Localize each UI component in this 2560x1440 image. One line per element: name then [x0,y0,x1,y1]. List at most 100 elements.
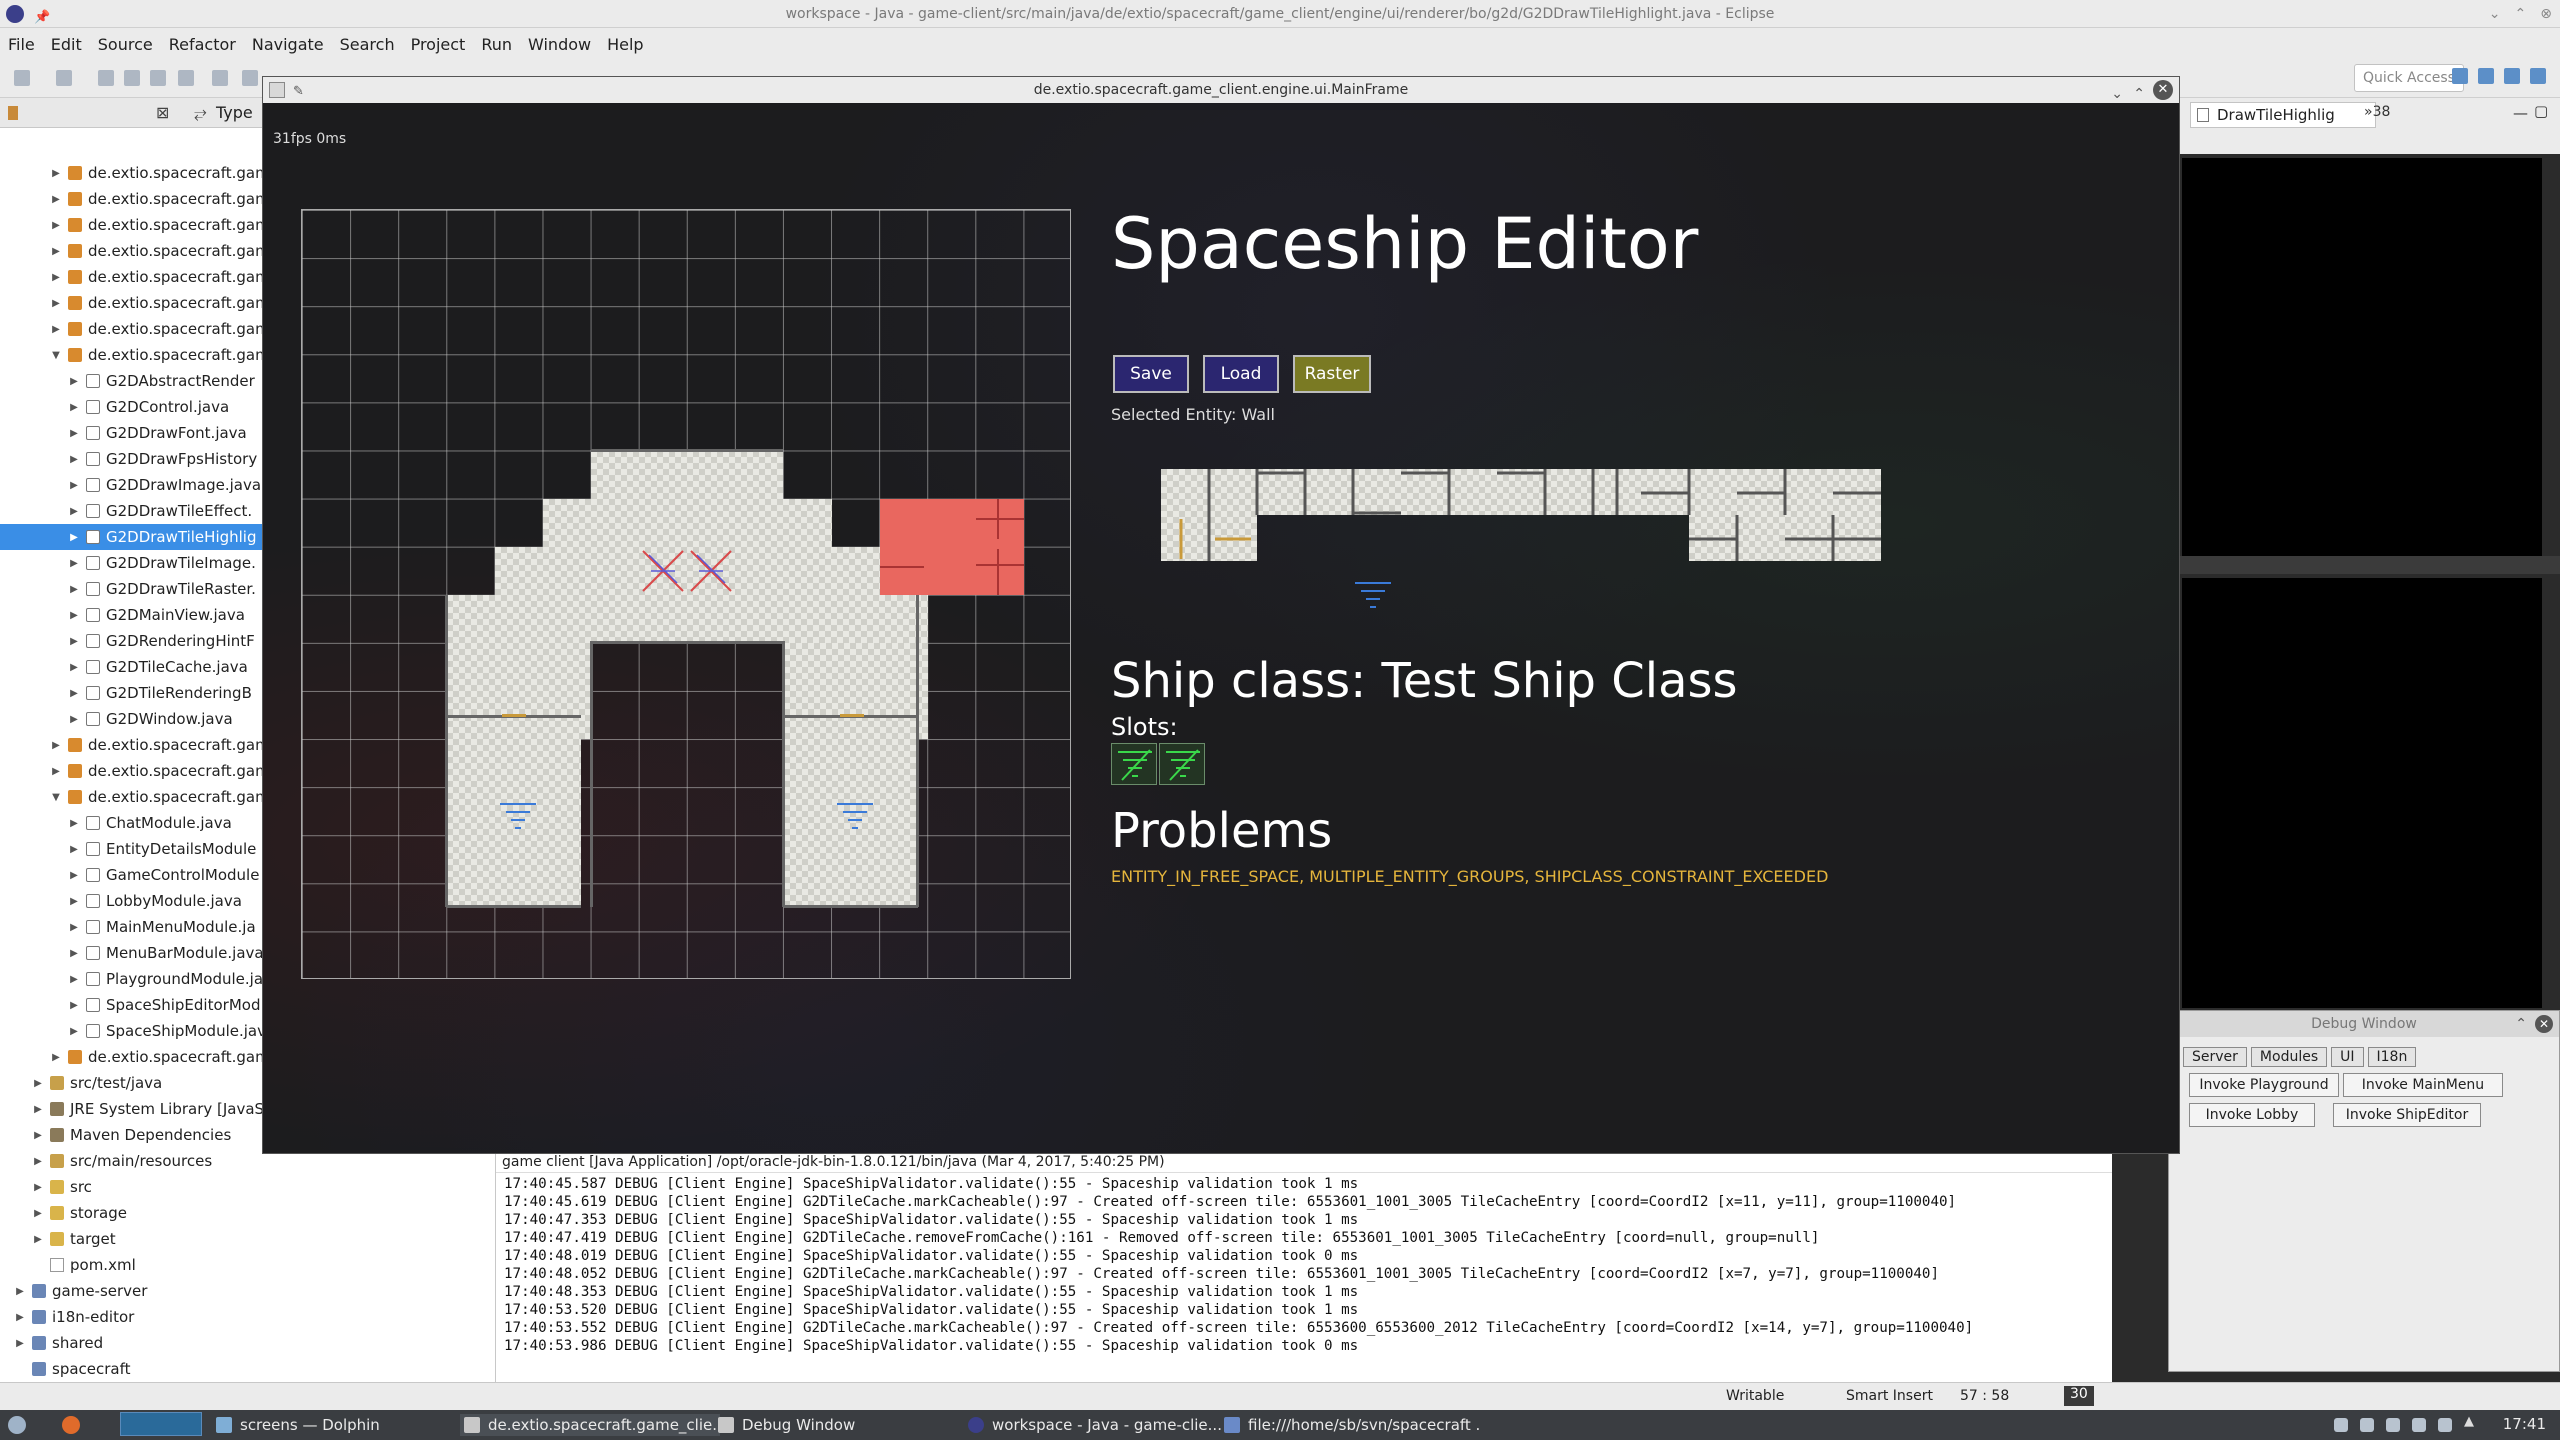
ship-grid[interactable] [301,209,1071,979]
menu-run[interactable]: Run [481,35,512,54]
save-button[interactable]: Save [1113,355,1189,393]
chevron-right-icon[interactable]: ▶ [68,818,80,829]
close-icon[interactable]: ⊗ [2540,0,2552,28]
invoke-mainmenu-button[interactable]: Invoke MainMenu [2343,1073,2503,1097]
chevron-right-icon[interactable]: ▶ [68,948,80,959]
chevron-down-icon[interactable]: ▼ [50,350,62,361]
entity-palette[interactable] [1161,469,1881,578]
chevron-right-icon[interactable]: ▶ [32,1130,44,1141]
quick-access-input[interactable]: Quick Access [2354,64,2464,92]
app-launcher-icon[interactable] [8,1416,26,1434]
minimize-view-icon[interactable]: — [2513,104,2528,122]
menu-navigate[interactable]: Navigate [252,35,324,54]
tree-item[interactable]: ▶ target [0,1226,496,1252]
hull-tile[interactable] [447,643,591,739]
chevron-right-icon[interactable]: ▶ [68,662,80,673]
slot-thruster[interactable] [1159,743,1205,785]
tab-modules[interactable]: Modules [2250,1047,2328,1067]
hull-tile[interactable] [591,451,783,499]
tab-ui[interactable]: UI [2331,1047,2364,1067]
save-all-icon[interactable] [124,70,140,86]
chevron-right-icon[interactable]: ▶ [68,402,80,413]
chevron-right-icon[interactable]: ▶ [68,922,80,933]
menu-help[interactable]: Help [607,35,643,54]
tab-i18n[interactable]: I18n [2367,1047,2417,1067]
chevron-right-icon[interactable]: ▶ [50,1052,62,1063]
more-tabs-indicator[interactable]: »38 [2364,104,2390,120]
maximize-view-icon[interactable]: ▢ [2534,102,2548,120]
taskbar-item-dolphin[interactable]: screens — Dolphin [212,1414,442,1436]
save-icon[interactable] [98,70,114,86]
thruster-icon[interactable] [498,798,538,838]
chevron-right-icon[interactable]: ▶ [14,1338,26,1349]
hull-tile[interactable] [543,499,832,547]
chevron-right-icon[interactable]: ▶ [68,454,80,465]
chevron-right-icon[interactable]: ▶ [50,298,62,309]
thruster-icon[interactable] [835,798,875,838]
taskbar-item-browser[interactable]: file:///home/sb/svn/spacecraft ... [1220,1414,1480,1436]
debug-icon[interactable] [242,70,258,86]
cloud-icon[interactable] [2334,1418,2348,1432]
raster-button[interactable]: Raster [1293,355,1371,393]
chevron-right-icon[interactable]: ▶ [50,740,62,751]
highlighted-tile[interactable] [880,499,1024,595]
chevron-right-icon[interactable]: ▶ [68,714,80,725]
java-perspective-icon[interactable] [2478,68,2494,84]
menu-search[interactable]: Search [340,35,395,54]
chevron-right-icon[interactable]: ▶ [68,376,80,387]
close-tab-icon[interactable]: ⊠ [156,103,169,122]
chevron-right-icon[interactable]: ▶ [32,1104,44,1115]
menu-refactor[interactable]: Refactor [169,35,236,54]
chevron-right-icon[interactable]: ▶ [50,220,62,231]
chevron-right-icon[interactable]: ▶ [68,480,80,491]
print-icon[interactable] [150,70,166,86]
chevron-right-icon[interactable]: ▶ [32,1234,44,1245]
chevron-right-icon[interactable]: ▶ [68,844,80,855]
terminal-icon[interactable] [178,70,194,86]
chevron-right-icon[interactable]: ▶ [32,1156,44,1167]
chevron-right-icon[interactable]: ▶ [32,1078,44,1089]
invalid-entity-icon[interactable] [639,547,735,595]
menu-edit[interactable]: Edit [51,35,82,54]
tree-item[interactable]: ▶ storage [0,1200,496,1226]
new-icon[interactable] [14,70,30,86]
volume-icon[interactable] [2438,1418,2452,1432]
menu-project[interactable]: Project [411,35,466,54]
close-icon[interactable]: ✕ [2153,80,2173,100]
palette-tiles[interactable] [1161,469,1881,578]
tree-item[interactable]: ▶ game-server [0,1278,496,1304]
editor-tab-drawtilehighlight[interactable]: DrawTileHighlig [2190,102,2376,128]
tree-item[interactable]: pom.xml [0,1252,496,1278]
debug-perspective-icon[interactable] [2504,68,2520,84]
thruster-icon[interactable] [1353,577,1393,617]
tree-item[interactable]: ▶ i18n-editor [0,1304,496,1330]
media-icon[interactable] [2360,1418,2374,1432]
invoke-playground-button[interactable]: Invoke Playground [2189,1073,2339,1097]
tree-item[interactable]: ▶ src [0,1174,496,1200]
menu-window[interactable]: Window [528,35,591,54]
menu-source[interactable]: Source [98,35,153,54]
open-icon[interactable] [56,70,72,86]
hull-tile[interactable] [447,595,928,643]
chevron-right-icon[interactable]: ▶ [50,168,62,179]
tab-server[interactable]: Server [2183,1047,2247,1067]
minimize-icon[interactable]: ⌄ [2489,0,2501,28]
chevron-right-icon[interactable]: ▶ [68,1026,80,1037]
network-icon[interactable] [2412,1418,2426,1432]
chevron-right-icon[interactable]: ▶ [68,636,80,647]
chevron-right-icon[interactable]: ▶ [32,1208,44,1219]
open-perspective-icon[interactable] [2452,68,2468,84]
chevron-right-icon[interactable]: ▶ [14,1312,26,1323]
clipboard-icon[interactable] [2386,1418,2400,1432]
menu-file[interactable]: File [8,35,35,54]
package-explorer-icon[interactable] [8,106,18,120]
tree-item[interactable]: ▶ shared [0,1330,496,1356]
tab-type-hierarchy[interactable]: Type [216,103,253,122]
desktop-pager[interactable] [120,1412,202,1436]
chevron-right-icon[interactable]: ▶ [68,506,80,517]
chevron-up-icon[interactable]: ⌃ [2515,1011,2527,1037]
taskbar-item-debug-window[interactable]: Debug Window [714,1414,944,1436]
git-perspective-icon[interactable] [2530,68,2546,84]
chevron-right-icon[interactable]: ▶ [50,246,62,257]
chevron-down-icon[interactable]: ▼ [50,792,62,803]
